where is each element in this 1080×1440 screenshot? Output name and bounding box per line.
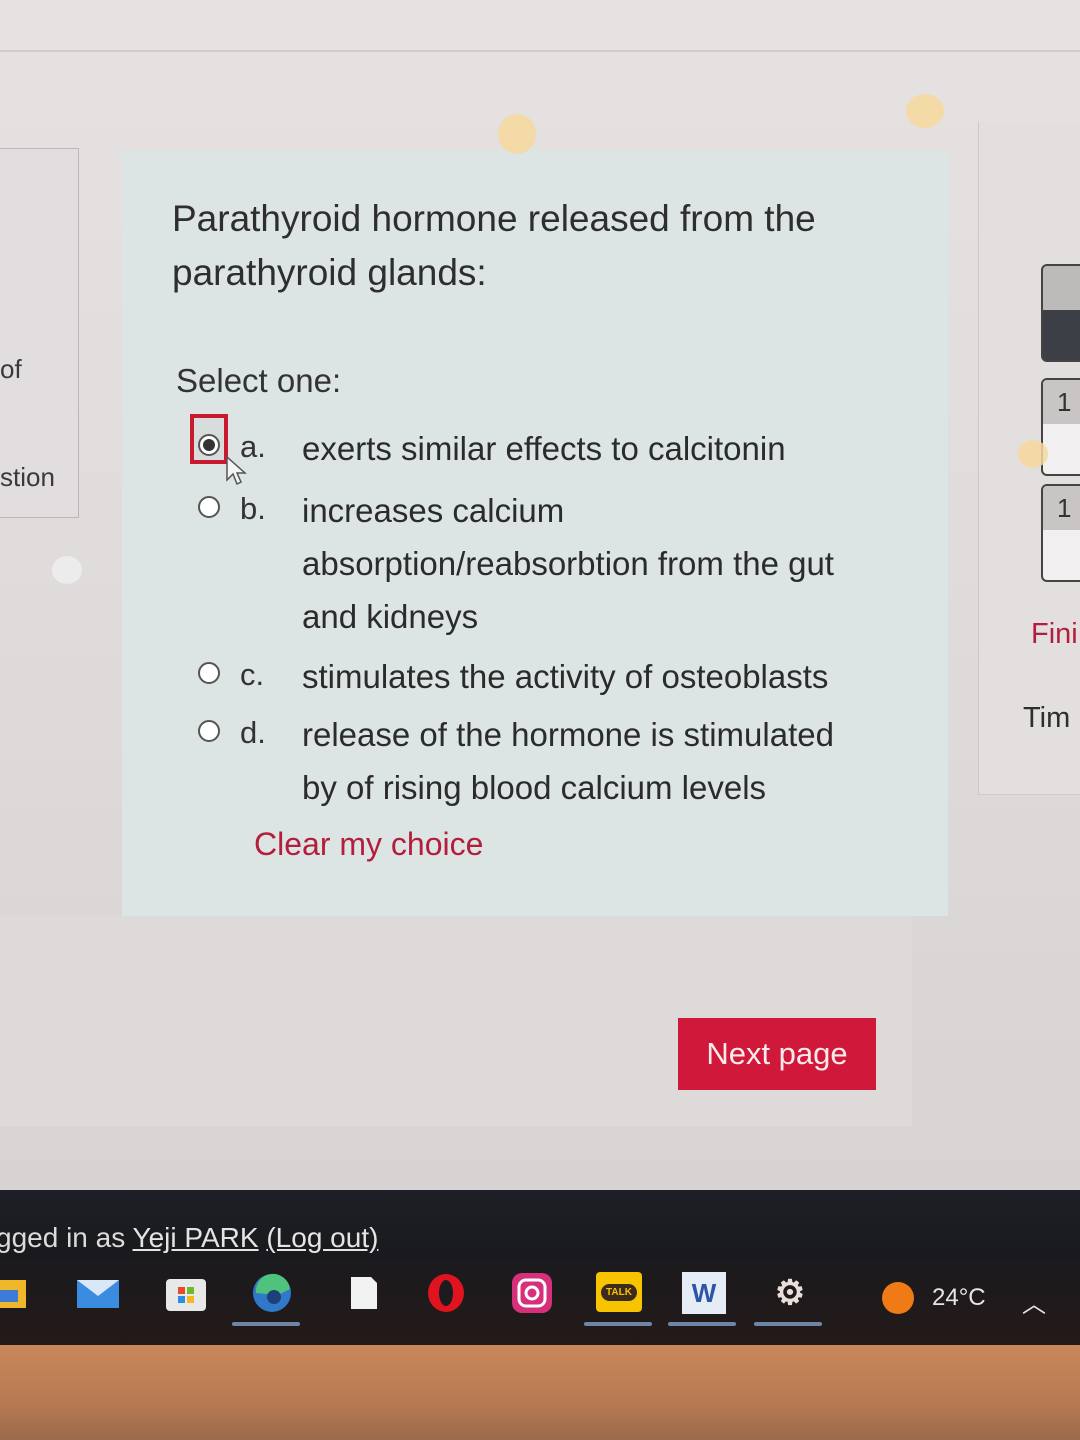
windows-taskbar: TALK W ⚙ — [0, 1262, 1080, 1332]
light-glare — [1018, 440, 1048, 468]
answer-option-c[interactable]: c. stimulates the activity of osteoblast… — [198, 650, 862, 703]
timer-label: Tim — [1023, 702, 1071, 734]
answer-option-d[interactable]: d. release of the hormone is stimulated … — [198, 708, 862, 814]
radio-button-d[interactable] — [198, 720, 220, 742]
answer-text[interactable]: stimulates the activity of osteoblasts — [302, 650, 862, 703]
user-profile-link[interactable]: Yeji PARK — [133, 1222, 259, 1253]
radio-button-b[interactable] — [198, 496, 220, 518]
desk-surface — [0, 1345, 1080, 1440]
quiz-nav-button[interactable]: 1 — [1041, 484, 1080, 582]
finish-attempt-link[interactable]: Fini — [1031, 618, 1078, 651]
next-page-button[interactable]: Next page — [678, 1018, 876, 1090]
light-glare — [52, 556, 82, 584]
chevron-up-icon[interactable]: ︿ — [1022, 1284, 1046, 1319]
active-app-indicator — [232, 1322, 300, 1326]
sidebar-text: of — [0, 354, 22, 384]
answer-text[interactable]: release of the hormone is stimulated by … — [302, 708, 862, 814]
notepad-icon[interactable] — [342, 1272, 386, 1314]
quiz-nav-button[interactable]: 1 — [1041, 378, 1080, 476]
weather-sun-icon[interactable] — [882, 1282, 914, 1314]
question-text: Parathyroid hormone released from the pa… — [172, 198, 816, 293]
file-explorer-icon[interactable] — [0, 1272, 30, 1314]
light-glare — [498, 114, 536, 154]
answer-text[interactable]: exerts similar effects to calcitonin — [302, 422, 862, 475]
mail-icon[interactable] — [76, 1272, 120, 1314]
question-card: Parathyroid hormone released from the pa… — [122, 150, 948, 916]
login-info: gged in as Yeji PARK (Log out) — [0, 1222, 378, 1254]
edge-browser-icon[interactable] — [250, 1272, 294, 1314]
answer-option-b[interactable]: b. increases calcium absorption/reabsorb… — [198, 484, 862, 643]
browser-page: of stion Parathyroid hormone released fr… — [0, 0, 1080, 1195]
app-indicator — [584, 1322, 652, 1326]
answer-letter: c. — [240, 657, 265, 692]
answer-option-a[interactable]: a. exerts similar effects to calcitonin — [190, 414, 862, 475]
answer-letter: d. — [240, 715, 266, 750]
answer-letter: a. — [240, 429, 266, 464]
word-icon[interactable]: W — [682, 1272, 726, 1314]
select-one-label: Select one: — [176, 362, 342, 399]
temperature-readout[interactable]: 24°C — [932, 1284, 986, 1312]
kakaotalk-label: TALK — [601, 1283, 637, 1301]
mouse-cursor-icon — [226, 456, 247, 486]
instagram-icon[interactable] — [510, 1272, 554, 1314]
app-indicator — [668, 1322, 736, 1326]
answer-letter: b. — [240, 491, 266, 526]
answer-text[interactable]: increases calcium absorption/reabsorbtio… — [302, 484, 862, 643]
login-prefix: gged in as — [0, 1222, 133, 1253]
clear-choice-link[interactable]: Clear my choice — [254, 826, 483, 863]
microsoft-store-icon[interactable] — [164, 1272, 208, 1314]
radio-button-a[interactable] — [198, 434, 220, 456]
radio-button-c[interactable] — [198, 662, 220, 684]
word-label: W — [691, 1277, 717, 1308]
light-glare — [906, 94, 944, 128]
left-sidebar-panel: of stion — [0, 148, 79, 518]
settings-gear-icon[interactable]: ⚙ — [768, 1272, 812, 1314]
divider — [0, 50, 1080, 52]
quiz-nav-button[interactable] — [1041, 264, 1080, 362]
sidebar-text: stion — [0, 462, 55, 492]
app-indicator — [754, 1322, 822, 1326]
opera-icon[interactable] — [424, 1272, 468, 1314]
radio-focus-ring — [190, 414, 228, 464]
kakaotalk-icon[interactable]: TALK — [596, 1272, 642, 1312]
logout-link[interactable]: (Log out) — [266, 1222, 378, 1253]
